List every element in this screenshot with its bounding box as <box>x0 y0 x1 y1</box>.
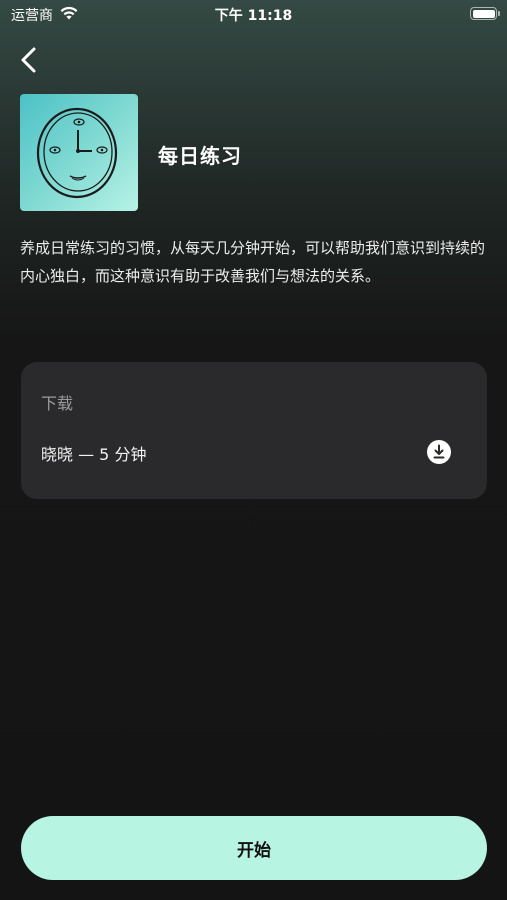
battery-level-fill <box>472 9 495 18</box>
download-icon[interactable] <box>426 439 452 465</box>
clock-time: 下午 11:18 <box>214 8 293 24</box>
session-description: 养成日常练习的习惯，从每天几分钟开始，可以帮助我们意识到持续的内心独白，而这种意… <box>20 239 486 285</box>
session-title: 每日练习 <box>158 144 242 168</box>
session-cover-image <box>20 94 138 211</box>
screen: 运营商 下午 11:18 每日练习 养成日常练习的习惯，从每天几分钟开始，可以帮… <box>0 0 507 900</box>
download-item-label: 晓晓 — 5 分钟 <box>41 445 147 464</box>
start-button-label: 开始 <box>237 840 271 861</box>
back-button[interactable] <box>14 44 46 76</box>
download-item[interactable]: 晓晓 — 5 分钟 <box>21 432 487 472</box>
status-bar: 运营商 下午 11:18 <box>0 0 507 30</box>
download-card: 下载 晓晓 — 5 分钟 <box>21 362 487 499</box>
chevron-left-icon <box>21 47 36 73</box>
start-button[interactable]: 开始 <box>21 816 487 880</box>
clock-face-illustration <box>36 107 118 199</box>
battery-icon <box>470 7 500 20</box>
download-heading: 下载 <box>41 394 74 413</box>
